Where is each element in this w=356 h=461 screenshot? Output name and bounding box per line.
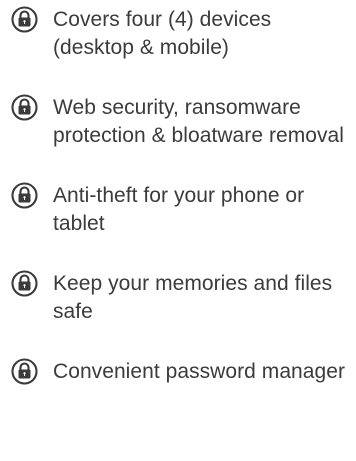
feature-item-devices: Covers four (4) devices (desktop & mobil… bbox=[11, 6, 351, 62]
feature-text: Covers four (4) devices (desktop & mobil… bbox=[53, 8, 272, 59]
feature-item-files: Keep your memories and files safe bbox=[11, 270, 351, 326]
lock-icon bbox=[11, 358, 38, 385]
feature-item-anti-theft: Anti-theft for your phone or tablet bbox=[11, 182, 351, 238]
lock-icon bbox=[11, 94, 38, 121]
feature-list: Covers four (4) devices (desktop & mobil… bbox=[11, 6, 351, 386]
feature-text: Web security, ransomware protection & bl… bbox=[53, 96, 344, 147]
feature-text: Keep your memories and files safe bbox=[53, 272, 333, 323]
feature-item-password-manager: Convenient password manager bbox=[11, 358, 351, 386]
lock-icon bbox=[11, 6, 38, 33]
feature-text: Anti-theft for your phone or tablet bbox=[53, 184, 305, 235]
lock-icon bbox=[11, 182, 38, 209]
feature-item-web-security: Web security, ransomware protection & bl… bbox=[11, 94, 351, 150]
lock-icon bbox=[11, 270, 38, 297]
feature-text: Convenient password manager bbox=[53, 360, 346, 383]
